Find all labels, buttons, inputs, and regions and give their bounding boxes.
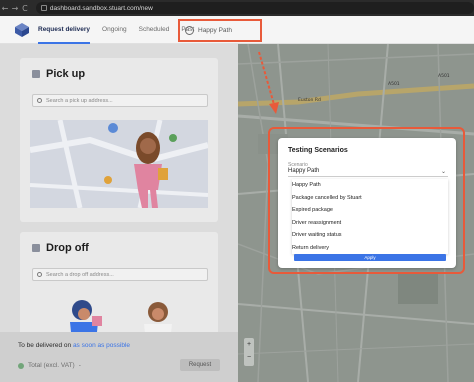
back-icon[interactable]: ← <box>0 4 10 13</box>
pickup-search-placeholder: Search a pick up address... <box>46 97 113 104</box>
browser-toolbar: ← → C dashboard.sandbox.stuart.com/new <box>0 0 474 16</box>
dropoff-card: Drop off Search a drop off address... <box>20 232 218 342</box>
delivery-time-text: To be delivered on as soon as possible <box>18 342 130 349</box>
pickup-card: Pick up Search a pick up address... <box>20 58 218 222</box>
tab-request-delivery[interactable]: Request delivery <box>38 16 91 44</box>
reload-icon[interactable]: C <box>20 4 30 13</box>
scenario-option[interactable]: Happy Path <box>292 179 448 192</box>
flag-icon <box>32 244 40 252</box>
stuart-logo-icon[interactable] <box>14 22 30 38</box>
scenario-selected-value: Happy Path <box>288 168 320 174</box>
pickup-title-text: Pick up <box>46 68 86 80</box>
annotation-arrow-icon <box>258 51 279 114</box>
zoom-in-button[interactable]: + <box>244 338 254 351</box>
search-icon <box>37 98 42 103</box>
delivery-summary: To be delivered on as soon as possible T… <box>0 332 238 382</box>
pickup-illustration <box>30 120 208 208</box>
address-bar[interactable]: dashboard.sandbox.stuart.com/new <box>35 2 474 14</box>
road-label: A501 <box>388 82 400 87</box>
store-icon <box>32 70 40 78</box>
scenario-option[interactable]: Expired package <box>292 204 448 217</box>
pickup-search-input[interactable]: Search a pick up address... <box>32 94 208 107</box>
road-label: Euston Rd <box>298 98 321 103</box>
request-panel: Pick up Search a pick up address... Drop… <box>0 44 238 382</box>
happy-path-label: Happy Path <box>198 27 232 34</box>
lock-icon <box>40 5 47 11</box>
scenario-icon <box>185 26 194 35</box>
total-label: Total (excl. VAT) <box>28 362 75 369</box>
tab-ongoing[interactable]: Ongoing <box>102 16 127 44</box>
scenario-option[interactable]: Package cancelled by Stuart <box>292 192 448 205</box>
modal-title: Testing Scenarios <box>288 147 348 154</box>
search-icon <box>37 272 42 277</box>
total-value: - <box>78 362 81 369</box>
pickup-title: Pick up <box>32 68 85 80</box>
testing-scenarios-modal: Testing Scenarios Scenario Happy Path ⌄ … <box>278 138 456 268</box>
zoom-control: + − <box>244 338 254 366</box>
dropoff-search-placeholder: Search a drop off address... <box>46 271 114 278</box>
dropoff-title: Drop off <box>32 242 89 254</box>
delivery-prefix: To be delivered on <box>18 342 72 349</box>
total-row: Total (excl. VAT) - <box>18 362 81 369</box>
tab-scheduled[interactable]: Scheduled <box>139 16 170 44</box>
scenario-option[interactable]: Driver waiting status <box>292 229 448 242</box>
url-text: dashboard.sandbox.stuart.com/new <box>49 4 153 12</box>
scenario-option[interactable]: Driver reassignment <box>292 217 448 230</box>
road-label: A501 <box>438 74 450 79</box>
delivery-when-link[interactable]: as soon as possible <box>73 342 130 349</box>
dropoff-search-input[interactable]: Search a drop off address... <box>32 268 208 281</box>
scenario-options-list: Happy Path Package cancelled by Stuart E… <box>292 179 448 254</box>
apply-button[interactable]: Apply <box>294 254 446 261</box>
zoom-out-button[interactable]: − <box>244 351 254 364</box>
scenario-select[interactable]: Happy Path ⌄ <box>288 168 448 177</box>
price-icon <box>18 362 24 369</box>
happy-path-tab[interactable]: Happy Path <box>178 19 262 42</box>
forward-icon[interactable]: → <box>10 4 20 13</box>
scenario-option[interactable]: Return delivery <box>292 242 448 255</box>
dropoff-title-text: Drop off <box>46 242 89 254</box>
request-button[interactable]: Request <box>180 359 220 371</box>
chevron-down-icon: ⌄ <box>440 169 446 175</box>
